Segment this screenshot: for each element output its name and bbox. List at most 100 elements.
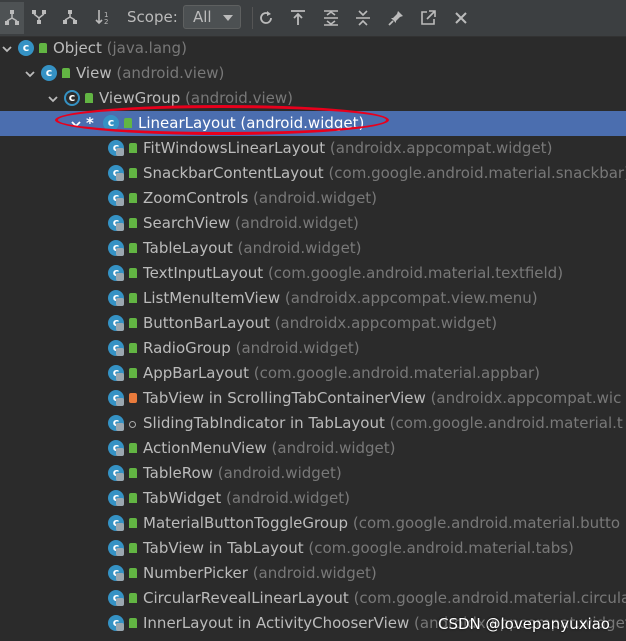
subtypes-hierarchy-button[interactable] bbox=[0, 2, 24, 34]
export-icon bbox=[291, 10, 305, 25]
tree-row-label: View (android.view) bbox=[76, 64, 224, 82]
scope-label: Scope: bbox=[127, 8, 178, 26]
public-visibility-icon bbox=[129, 268, 137, 278]
class-name: SlidingTabIndicator in TabLayout bbox=[143, 414, 385, 432]
public-visibility-icon bbox=[129, 618, 137, 628]
class-hierarchy-button[interactable] bbox=[59, 7, 81, 29]
tree-row[interactable]: cMaterialButtonToggleGroup (com.google.a… bbox=[0, 511, 626, 536]
lock-overlay-icon bbox=[116, 198, 124, 206]
package-name: (com.google.android.material.butto bbox=[348, 514, 621, 532]
class-name: CircularRevealLinearLayout bbox=[143, 589, 349, 607]
package-name: (android.widget) bbox=[221, 489, 350, 507]
tree-row[interactable]: cTabView in TabLayout (com.google.androi… bbox=[0, 536, 626, 561]
class-icon: c bbox=[103, 115, 119, 131]
sort-alphabetically-button[interactable]: 1 2 bbox=[93, 7, 115, 29]
tree-row-label: ButtonBarLayout (androidx.appcompat.widg… bbox=[143, 314, 497, 332]
tree-row[interactable]: cZoomControls (android.widget) bbox=[0, 186, 626, 211]
tree-row[interactable]: cCircularRevealLinearLayout (com.google.… bbox=[0, 586, 626, 611]
private-visibility-icon bbox=[129, 393, 137, 403]
supertypes-hierarchy-button[interactable] bbox=[28, 7, 50, 29]
svg-text:2: 2 bbox=[104, 18, 108, 25]
package-name: (android.widget) bbox=[247, 564, 377, 582]
tree-row-label: TabView in ScrollingTabContainerView (an… bbox=[143, 389, 621, 407]
tree-row[interactable]: cSlidingTabIndicator in TabLayout (com.g… bbox=[0, 411, 626, 436]
package-name: (android.widget) bbox=[232, 239, 362, 257]
refresh-button[interactable] bbox=[255, 7, 277, 29]
collapse-all-icon bbox=[356, 10, 370, 26]
tree-row[interactable]: cNumberPicker (android.widget) bbox=[0, 561, 626, 586]
package-name: (android.widget) bbox=[230, 214, 359, 232]
class-icon: c bbox=[41, 65, 57, 81]
public-visibility-icon bbox=[62, 68, 70, 78]
tree-row[interactable]: cButtonBarLayout (androidx.appcompat.wid… bbox=[0, 311, 626, 336]
pin-button[interactable] bbox=[385, 7, 407, 29]
package-name: (java.lang) bbox=[101, 39, 187, 57]
collapse-all-button[interactable] bbox=[352, 7, 374, 29]
close-icon bbox=[455, 12, 467, 24]
class-name: InnerLayout in ActivityChooserView bbox=[143, 614, 410, 632]
tree-row[interactable]: cTextInputLayout (com.google.android.mat… bbox=[0, 261, 626, 286]
package-name: (com.google.android.material.appbar) bbox=[248, 364, 540, 382]
chevron-down-icon[interactable] bbox=[47, 93, 59, 105]
chevron-down-icon[interactable] bbox=[1, 43, 13, 55]
tree-row[interactable]: cAppBarLayout (com.google.android.materi… bbox=[0, 361, 626, 386]
class-name: ViewGroup bbox=[99, 89, 181, 107]
tree-row[interactable]: cTabWidget (android.widget) bbox=[0, 486, 626, 511]
tree-row-label: Object (java.lang) bbox=[53, 39, 187, 57]
tree-row[interactable]: cActionMenuView (android.widget) bbox=[0, 436, 626, 461]
tree-row[interactable]: c Object (java.lang) bbox=[0, 36, 626, 61]
lock-overlay-icon bbox=[116, 348, 124, 356]
class-name: RadioGroup bbox=[143, 339, 231, 357]
public-visibility-icon bbox=[129, 543, 137, 553]
tree-row-label: MaterialButtonToggleGroup (com.google.an… bbox=[143, 514, 620, 532]
tree-row-label: SearchView (android.widget) bbox=[143, 214, 359, 232]
tree-row[interactable]: cRadioGroup (android.widget) bbox=[0, 336, 626, 361]
tree-row[interactable]: c ViewGroup (android.view) bbox=[0, 86, 626, 111]
class-name: ListMenuItemView bbox=[143, 289, 281, 307]
tree-row-label: TableRow (android.widget) bbox=[143, 464, 342, 482]
package-name: (androidx.appcompat.wic bbox=[425, 389, 622, 407]
expand-all-button[interactable] bbox=[320, 7, 342, 29]
type-hierarchy-tree[interactable]: c Object (java.lang) c View (android.view) c… bbox=[0, 36, 626, 641]
subtypes-hierarchy-icon bbox=[5, 10, 19, 25]
lock-overlay-icon bbox=[116, 598, 124, 606]
package-name: (androidx.appcompat.widget) bbox=[269, 314, 498, 332]
public-visibility-icon bbox=[129, 318, 137, 328]
tree-row-label: ZoomControls (android.widget) bbox=[143, 189, 377, 207]
tree-row[interactable]: cTableRow (android.widget) bbox=[0, 461, 626, 486]
chevron-down-icon[interactable] bbox=[24, 68, 36, 80]
class-name: TabWidget bbox=[143, 489, 222, 507]
chevron-down-icon bbox=[223, 15, 233, 21]
tree-row[interactable]: c View (android.view) bbox=[0, 61, 626, 86]
open-in-new-tab-button[interactable] bbox=[417, 7, 439, 29]
class-name: TabView in TabLayout bbox=[143, 539, 304, 557]
lock-overlay-icon bbox=[116, 573, 124, 581]
export-button[interactable] bbox=[287, 7, 309, 29]
public-visibility-icon bbox=[129, 493, 137, 503]
scope-dropdown[interactable]: All bbox=[183, 5, 241, 29]
class-name: ZoomControls bbox=[143, 189, 249, 207]
chevron-down-icon[interactable] bbox=[70, 118, 82, 130]
tree-row[interactable]: cFitWindowsLinearLayout (androidx.appcom… bbox=[0, 136, 626, 161]
tree-row[interactable]: cSearchView (android.widget) bbox=[0, 211, 626, 236]
tree-row[interactable]: cTableLayout (android.widget) bbox=[0, 236, 626, 261]
lock-overlay-icon bbox=[116, 223, 124, 231]
close-button[interactable] bbox=[450, 7, 472, 29]
public-visibility-icon bbox=[129, 518, 137, 528]
open-in-new-tab-icon bbox=[421, 10, 436, 25]
tree-row-label: NumberPicker (android.widget) bbox=[143, 564, 377, 582]
package-name: (androidx.appcompat.widget) bbox=[325, 139, 553, 157]
class-name: ActionMenuView bbox=[143, 439, 267, 457]
package-name: (androidx.appcompat.view.menu) bbox=[280, 289, 538, 307]
class-icon: c bbox=[18, 40, 34, 56]
tree-row[interactable]: * c LinearLayout (android.widget) bbox=[0, 111, 626, 136]
lock-overlay-icon bbox=[116, 498, 124, 506]
public-visibility-icon bbox=[129, 293, 137, 303]
class-name: View bbox=[76, 64, 112, 82]
tree-row[interactable]: cSnackbarContentLayout (com.google.andro… bbox=[0, 161, 626, 186]
tree-row[interactable]: cListMenuItemView (androidx.appcompat.vi… bbox=[0, 286, 626, 311]
class-name: LinearLayout bbox=[138, 114, 236, 132]
class-name: TextInputLayout bbox=[143, 264, 264, 282]
public-visibility-icon bbox=[129, 168, 137, 178]
tree-row[interactable]: cTabView in ScrollingTabContainerView (a… bbox=[0, 386, 626, 411]
